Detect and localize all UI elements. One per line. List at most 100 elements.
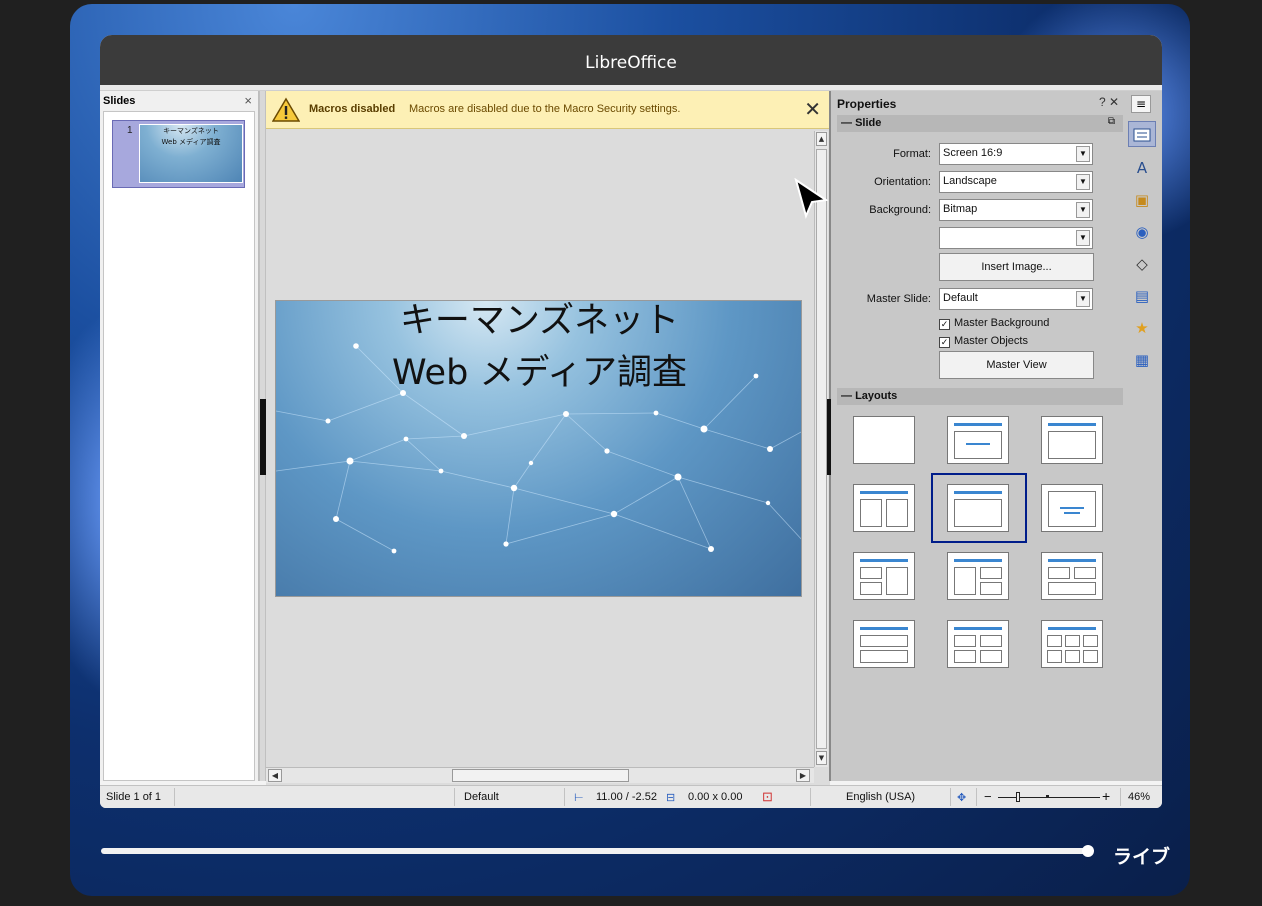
orientation-dropdown-icon[interactable]: ▼: [1076, 174, 1090, 190]
thumbnail-title-line1: キーマンズネット: [163, 127, 219, 135]
zoom-level-status[interactable]: 46%: [1128, 791, 1150, 803]
warning-icon: [272, 97, 300, 122]
master-view-button[interactable]: Master View: [939, 351, 1094, 379]
master-page-status[interactable]: Default: [464, 791, 499, 803]
layouts-section-header[interactable]: — Layouts: [837, 388, 1123, 405]
layout-content-box: [1074, 567, 1096, 579]
layout-content-box: [860, 567, 882, 579]
master-objects-checkbox[interactable]: ✓ Master Objects: [939, 335, 1028, 348]
video-progress-bar[interactable]: [101, 845, 1094, 857]
master-slides-tab-icon[interactable]: ▦: [1128, 347, 1156, 373]
vertical-scrollbar[interactable]: ▲ ▼: [814, 131, 828, 767]
slide-thumbnail-1[interactable]: 1 キーマンズネット Web メディア調査: [112, 120, 245, 188]
layout-title-bar: [1048, 559, 1096, 562]
background-bitmap-select[interactable]: ▼: [939, 227, 1093, 249]
zoom-in-button[interactable]: +: [1102, 788, 1110, 804]
infobar-title: Macros disabled: [309, 103, 396, 115]
master-background-checkbox[interactable]: ✓ Master Background: [939, 317, 1049, 330]
layout-content-box: [954, 635, 976, 647]
layout-title-content-2content[interactable]: [947, 552, 1009, 600]
language-status[interactable]: English (USA): [846, 791, 915, 803]
layout-title-6-content[interactable]: [1041, 620, 1103, 668]
horizontal-scroll-thumb[interactable]: [452, 769, 629, 782]
format-dropdown-icon[interactable]: ▼: [1076, 146, 1090, 162]
vertical-scroll-thumb[interactable]: [816, 149, 827, 749]
zoom-slider[interactable]: [998, 797, 1100, 798]
zoom-slider-thumb[interactable]: [1016, 792, 1020, 802]
infobar-close-icon[interactable]: ✕: [804, 97, 821, 122]
left-splitter[interactable]: [259, 91, 266, 781]
layouts-section-collapse-icon[interactable]: —: [841, 390, 855, 402]
slide-section-collapse-icon[interactable]: —: [841, 117, 855, 129]
video-progress-handle[interactable]: [1082, 845, 1094, 857]
layout-title-2content-over-content[interactable]: [1041, 552, 1103, 600]
slide-transition-tab-icon[interactable]: ▤: [1128, 283, 1156, 309]
layout-title-bar: [860, 559, 908, 562]
layout-title-2-content[interactable]: [853, 484, 915, 532]
live-indicator: ライブ: [1113, 846, 1171, 868]
shapes-tab-icon[interactable]: ◇: [1128, 251, 1156, 277]
slides-pane: Slides × 1 キーマンズネット Web メディア調査: [100, 91, 259, 781]
layout-content-box: [1047, 635, 1062, 647]
slide-count-status: Slide 1 of 1: [106, 791, 162, 803]
layout-blank[interactable]: [853, 416, 915, 464]
layout-title-bar: [860, 627, 908, 630]
styles-tab-icon[interactable]: A: [1128, 155, 1156, 181]
fit-slide-icon[interactable]: ✥: [957, 791, 966, 804]
master-slide-select[interactable]: Default ▼: [939, 288, 1093, 310]
layout-title-content[interactable]: [1041, 416, 1103, 464]
master-slide-label: Master Slide:: [866, 293, 931, 305]
horizontal-scrollbar[interactable]: ◀ ▶: [266, 767, 814, 783]
slide-title[interactable]: キーマンズネット Web メディア調査: [276, 301, 801, 401]
master-slide-value: Default: [943, 292, 978, 304]
layout-title-4-content[interactable]: [947, 620, 1009, 668]
layout-title-bar: [1048, 423, 1096, 426]
animation-tab-icon[interactable]: ★: [1128, 315, 1156, 341]
layout-content-box: [980, 567, 1002, 579]
layout-content-box: [860, 499, 882, 527]
layout-title-slide[interactable]: [947, 416, 1009, 464]
layout-content-box: [1083, 650, 1098, 663]
macro-infobar: Macros disabled Macros are disabled due …: [266, 91, 830, 129]
slide-canvas[interactable]: キーマンズネット Web メディア調査: [275, 300, 802, 597]
background-bitmap-dropdown-icon[interactable]: ▼: [1076, 230, 1090, 246]
background-select[interactable]: Bitmap ▼: [939, 199, 1093, 221]
position-status: 11.00 / -2.52: [596, 791, 657, 803]
scroll-down-icon[interactable]: ▼: [816, 751, 827, 765]
background-dropdown-icon[interactable]: ▼: [1076, 202, 1090, 218]
sidebar-menu-icon[interactable]: ≡: [1131, 95, 1151, 113]
master-slide-dropdown-icon[interactable]: ▼: [1076, 291, 1090, 307]
format-select[interactable]: Screen 16:9 ▼: [939, 143, 1093, 165]
properties-title: Properties: [837, 97, 897, 111]
layout-content-box: [980, 582, 1002, 595]
background-label: Background:: [869, 204, 931, 216]
layout-title-content-over-content[interactable]: [853, 620, 915, 668]
status-divider: [810, 788, 811, 806]
document-modified-icon[interactable]: ⊡: [762, 789, 773, 805]
checkbox-checked-icon[interactable]: ✓: [939, 319, 950, 330]
slide-title-line1: キーマンズネット: [399, 301, 680, 341]
mouse-pointer-icon: [794, 178, 828, 220]
navigator-tab-icon[interactable]: ◉: [1128, 219, 1156, 245]
properties-tab-icon[interactable]: [1128, 121, 1156, 147]
layout-text-bar: [1060, 507, 1084, 509]
slides-pane-close-icon[interactable]: ×: [244, 93, 252, 108]
zoom-out-button[interactable]: −: [984, 789, 992, 804]
orientation-select[interactable]: Landscape ▼: [939, 171, 1093, 193]
gallery-tab-icon[interactable]: ▣: [1128, 187, 1156, 213]
scroll-left-icon[interactable]: ◀: [268, 769, 282, 782]
scroll-right-icon[interactable]: ▶: [796, 769, 810, 782]
layout-content-box: [860, 650, 908, 663]
slides-pane-title: Slides: [103, 95, 136, 107]
more-options-icon[interactable]: ⧉: [1108, 116, 1115, 127]
layout-title-2content-content[interactable]: [853, 552, 915, 600]
insert-image-button[interactable]: Insert Image...: [939, 253, 1094, 281]
checkbox-checked-icon[interactable]: ✓: [939, 337, 950, 348]
slide-section-header[interactable]: — Slide ⧉: [837, 115, 1123, 132]
scroll-up-icon[interactable]: ▲: [816, 132, 827, 146]
status-bar: Slide 1 of 1 Default ⊢ 11.00 / -2.52 ⊟ 0…: [100, 785, 1162, 808]
layout-centered-text[interactable]: [1041, 484, 1103, 532]
layout-title-bar: [860, 491, 908, 494]
status-divider: [976, 788, 977, 806]
properties-help-close-icon[interactable]: ? ✕: [1099, 95, 1119, 109]
